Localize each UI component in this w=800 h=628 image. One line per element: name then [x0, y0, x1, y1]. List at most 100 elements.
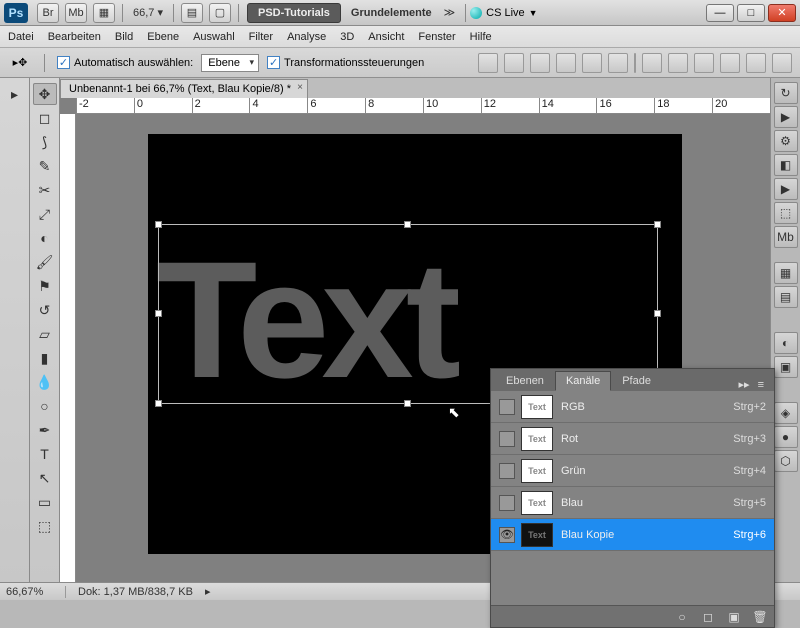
- channels-panel-icon[interactable]: ●: [774, 426, 798, 448]
- minibridge-panel-icon[interactable]: Mb: [774, 226, 798, 248]
- align-icon[interactable]: [556, 53, 576, 73]
- menu-datei[interactable]: Datei: [8, 31, 34, 43]
- transform-handle[interactable]: [654, 310, 661, 317]
- tool-presets-icon[interactable]: ⚙: [774, 130, 798, 152]
- brush-tool[interactable]: 🖌: [33, 251, 57, 273]
- swatches-panel-icon[interactable]: ▦: [774, 262, 798, 284]
- move-tool-icon[interactable]: ▸✥: [8, 53, 32, 73]
- workspace-alt[interactable]: Grundelemente: [345, 7, 438, 19]
- menu-bearbeiten[interactable]: Bearbeiten: [48, 31, 101, 43]
- type-tool[interactable]: T: [33, 443, 57, 465]
- channel-row[interactable]: 👁TextBlau KopieStrg+6: [491, 519, 774, 551]
- auto-select-dropdown[interactable]: Ebene: [201, 54, 259, 72]
- transform-controls-checkbox[interactable]: ✓ Transformationssteuerungen: [267, 56, 424, 69]
- distribute-icon[interactable]: [772, 53, 792, 73]
- visibility-toggle[interactable]: [499, 431, 515, 447]
- visibility-toggle[interactable]: [499, 463, 515, 479]
- cslive-button[interactable]: CS Live ▼: [470, 7, 537, 19]
- horizontal-ruler[interactable]: -202 468 101214 161820: [76, 98, 770, 114]
- channel-row[interactable]: TextRGBStrg+2: [491, 391, 774, 423]
- transform-handle[interactable]: [155, 310, 162, 317]
- paths-panel-icon[interactable]: ⬡: [774, 450, 798, 472]
- screen-icon[interactable]: ▢: [209, 3, 231, 23]
- minimize-button[interactable]: —: [706, 4, 734, 22]
- menu-ansicht[interactable]: Ansicht: [368, 31, 404, 43]
- 3d-tool[interactable]: ⬚: [33, 515, 57, 537]
- collapse-icon[interactable]: ▸▸: [739, 378, 750, 391]
- menu-3d[interactable]: 3D: [340, 31, 354, 43]
- distribute-icon[interactable]: [694, 53, 714, 73]
- arrange-docs-icon[interactable]: ▤: [181, 3, 203, 23]
- menu-hilfe[interactable]: Hilfe: [470, 31, 492, 43]
- info-menu-icon[interactable]: ▸: [205, 585, 211, 598]
- bridge-icon[interactable]: Br: [37, 3, 59, 23]
- document-info[interactable]: Dok: 1,37 MB/838,7 KB: [78, 586, 193, 598]
- panel-menu-icon[interactable]: ≡: [758, 379, 764, 391]
- transform-handle[interactable]: [155, 221, 162, 228]
- crop-tool[interactable]: ✂: [33, 179, 57, 201]
- distribute-icon[interactable]: [746, 53, 766, 73]
- channels-panel[interactable]: Ebenen Kanäle Pfade ▸▸ ≡ TextRGBStrg+2Te…: [490, 368, 775, 628]
- move-tool[interactable]: ✥: [33, 83, 57, 105]
- shape-tool[interactable]: ▭: [33, 491, 57, 513]
- maximize-button[interactable]: □: [737, 4, 765, 22]
- pen-tool[interactable]: ✒: [33, 419, 57, 441]
- vertical-ruler[interactable]: [60, 114, 76, 582]
- zoom-status[interactable]: 66,67%: [6, 586, 66, 598]
- healing-tool[interactable]: ◐: [33, 227, 57, 249]
- menu-analyse[interactable]: Analyse: [287, 31, 326, 43]
- channel-row[interactable]: TextGrünStrg+4: [491, 455, 774, 487]
- align-icon[interactable]: [608, 53, 628, 73]
- layers-panel-icon[interactable]: ◈: [774, 402, 798, 424]
- new-channel-icon[interactable]: ▣: [726, 610, 742, 624]
- zoom-display[interactable]: 66,7 ▾: [127, 6, 169, 19]
- visibility-toggle[interactable]: [499, 399, 515, 415]
- lasso-tool[interactable]: ⟆: [33, 131, 57, 153]
- align-icon[interactable]: [504, 53, 524, 73]
- tab-ebenen[interactable]: Ebenen: [495, 371, 555, 391]
- auto-select-checkbox[interactable]: ✓ Automatisch auswählen:: [57, 56, 193, 69]
- distribute-icon[interactable]: [720, 53, 740, 73]
- expand-dock-icon[interactable]: ▸: [3, 83, 27, 105]
- screen-mode-icon[interactable]: ▦: [93, 3, 115, 23]
- save-selection-icon[interactable]: ◻: [700, 610, 716, 624]
- eyedropper-tool[interactable]: ⤢: [33, 203, 57, 225]
- transform-handle[interactable]: [155, 400, 162, 407]
- path-select-tool[interactable]: ↖: [33, 467, 57, 489]
- marquee-tool[interactable]: ◻: [33, 107, 57, 129]
- menu-filter[interactable]: Filter: [249, 31, 273, 43]
- close-button[interactable]: ✕: [768, 4, 796, 22]
- history-panel-icon[interactable]: ↻: [774, 82, 798, 104]
- distribute-icon[interactable]: [642, 53, 662, 73]
- clone-panel-icon[interactable]: ▶: [774, 178, 798, 200]
- workspace-switcher[interactable]: PSD-Tutorials: [247, 3, 341, 23]
- visibility-toggle[interactable]: 👁: [499, 527, 515, 543]
- transform-handle[interactable]: [654, 221, 661, 228]
- visibility-toggle[interactable]: [499, 495, 515, 511]
- transform-handle[interactable]: [404, 400, 411, 407]
- channel-row[interactable]: TextBlauStrg+5: [491, 487, 774, 519]
- close-tab-icon[interactable]: ×: [297, 82, 303, 93]
- more-icon[interactable]: ≫: [438, 6, 462, 19]
- brush-panel-icon[interactable]: ◧: [774, 154, 798, 176]
- channel-row[interactable]: TextRotStrg+3: [491, 423, 774, 455]
- history-brush-tool[interactable]: ↺: [33, 299, 57, 321]
- load-selection-icon[interactable]: ○: [674, 610, 690, 624]
- actions-panel-icon[interactable]: ▶: [774, 106, 798, 128]
- align-icon[interactable]: [530, 53, 550, 73]
- menu-fenster[interactable]: Fenster: [418, 31, 455, 43]
- tab-kanaele[interactable]: Kanäle: [555, 371, 611, 391]
- delete-channel-icon[interactable]: 🗑: [752, 610, 768, 624]
- align-icon[interactable]: [582, 53, 602, 73]
- adjustments-panel-icon[interactable]: ◐: [774, 332, 798, 354]
- distribute-icon[interactable]: [668, 53, 688, 73]
- styles-panel-icon[interactable]: ⬚: [774, 202, 798, 224]
- minibridge-icon[interactable]: Mb: [65, 3, 87, 23]
- document-tab[interactable]: Unbenannt-1 bei 66,7% (Text, Blau Kopie/…: [60, 79, 308, 98]
- dodge-tool[interactable]: ○: [33, 395, 57, 417]
- stamp-tool[interactable]: ⚑: [33, 275, 57, 297]
- tab-pfade[interactable]: Pfade: [611, 371, 662, 391]
- transform-handle[interactable]: [404, 221, 411, 228]
- color-panel-icon[interactable]: ▤: [774, 286, 798, 308]
- masks-panel-icon[interactable]: ▣: [774, 356, 798, 378]
